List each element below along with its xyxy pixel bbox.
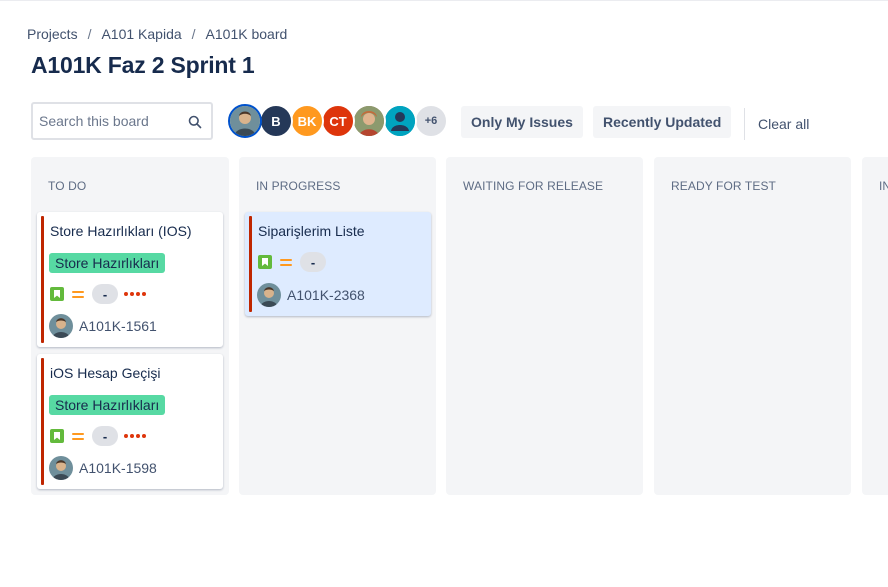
estimate-badge: - [300,252,326,272]
breadcrumb-project[interactable]: A101 Kapida [101,26,181,42]
priority-medium-icon [71,289,85,299]
avatar-more[interactable]: +6 [414,104,448,138]
column-to-do: TO DO Store Hazırlıkları (IOS) Store Haz… [31,157,229,495]
issue-footer: A101K-1598 [49,456,157,480]
breadcrumb-separator: / [191,26,196,42]
page-title: A101K Faz 2 Sprint 1 [31,52,255,78]
column-header: IN PROGRESS [256,179,341,193]
column-partial: IN [862,157,888,495]
breadcrumb-separator: / [87,26,92,42]
issue-meta: - [258,251,326,273]
search-input[interactable] [33,113,184,129]
issue-meta: - [50,425,148,447]
column-header: IN [879,179,888,193]
estimate-badge: - [92,426,118,446]
flag-bar [249,216,252,312]
flag-bar [41,358,44,485]
issue-summary: iOS Hesap Geçişi [50,365,161,381]
breadcrumb-projects[interactable]: Projects [27,26,78,42]
issue-key[interactable]: A101K-1598 [79,460,157,476]
story-icon [50,287,64,301]
issue-card[interactable]: Siparişlerim Liste - A101K-2368 [245,212,431,316]
issue-summary: Store Hazırlıkları (IOS) [50,223,192,239]
story-icon [50,429,64,443]
assignee-avatar [49,456,73,480]
avatar-initials[interactable]: BK [290,104,324,138]
assignee-avatar [49,314,73,338]
avatar-default-user[interactable] [383,104,417,138]
column-header: WAITING FOR RELEASE [463,179,604,193]
issue-card[interactable]: iOS Hesap Geçişi Store Hazırlıkları - A1… [37,354,223,489]
epic-label: Store Hazırlıkları [49,253,166,273]
search-box [31,102,213,140]
column-header: TO DO [48,179,87,193]
avatar-initials-text: B [271,113,281,129]
flag-bar [41,216,44,343]
breadcrumb: Projects / A101 Kapida / A101K board [27,26,287,42]
avatar-initials[interactable]: CT [321,104,355,138]
clear-all-button[interactable]: Clear all [758,116,809,132]
issue-summary: Siparişlerim Liste [258,223,365,239]
issue-key[interactable]: A101K-2368 [287,287,365,303]
issue-meta: - [50,283,148,305]
priority-medium-icon [279,257,293,267]
avatar-photo[interactable] [228,104,262,138]
issue-footer: A101K-2368 [257,283,365,307]
avatar-initials-text: BK [297,113,317,129]
avatar-initials-text: CT [329,113,347,129]
toolbar-divider [744,108,745,140]
issue-card[interactable]: Store Hazırlıkları (IOS) Store Hazırlıkl… [37,212,223,347]
avatar-photo[interactable] [352,104,386,138]
estimate-badge: - [92,284,118,304]
priority-medium-icon [71,431,85,441]
search-icon[interactable] [188,115,202,129]
column-header: READY FOR TEST [671,179,776,193]
breadcrumb-board[interactable]: A101K board [206,26,288,42]
column-waiting-for-release: WAITING FOR RELEASE [446,157,643,495]
top-divider [0,0,888,1]
dots-icon [124,434,148,438]
epic-label: Store Hazırlıkları [49,395,166,415]
column-in-progress: IN PROGRESS Siparişlerim Liste - A101K-2… [239,157,436,495]
avatar-initials[interactable]: B [259,104,293,138]
issue-key[interactable]: A101K-1561 [79,318,157,334]
issue-footer: A101K-1561 [49,314,157,338]
story-icon [258,255,272,269]
column-ready-for-test: READY FOR TEST [654,157,851,495]
avatar-more-count: +6 [424,115,438,127]
only-my-issues-button[interactable]: Only My Issues [461,106,583,138]
dots-icon [124,292,148,296]
recently-updated-button[interactable]: Recently Updated [593,106,732,138]
assignee-avatar [257,283,281,307]
